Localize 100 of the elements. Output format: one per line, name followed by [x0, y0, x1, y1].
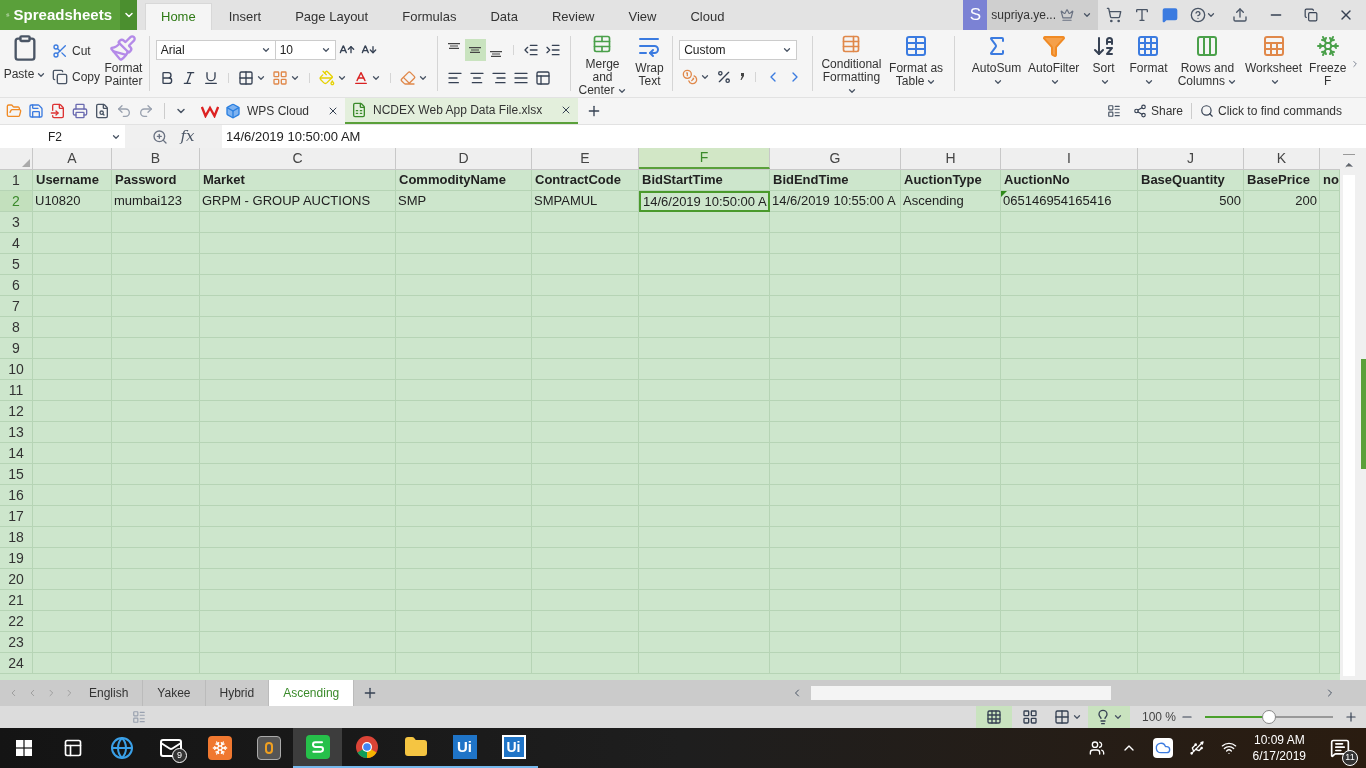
formula-field[interactable]: 14/6/2019 10:50:00 AM — [222, 125, 1366, 148]
upload-icon[interactable] — [1232, 7, 1248, 23]
style-button[interactable]: Format as Table — [885, 30, 947, 97]
row-header[interactable]: 23 — [0, 632, 33, 653]
column-header[interactable]: A — [33, 148, 112, 169]
sheet-tab[interactable]: Ascending — [269, 680, 355, 706]
column-header[interactable]: H — [901, 148, 1001, 169]
currency-icon — [682, 68, 699, 85]
column-header[interactable]: D — [396, 148, 532, 169]
tool-button[interactable]: Format — [1125, 30, 1172, 97]
row-header[interactable]: 16 — [0, 485, 33, 506]
cell-style-icon — [271, 69, 288, 86]
taskbar-app[interactable]: Ui — [489, 728, 538, 768]
command-search-field[interactable]: Click to find commands — [1200, 102, 1358, 120]
column-header[interactable]: C — [200, 148, 396, 169]
tool-button[interactable]: Sort — [1083, 30, 1124, 97]
format-painter-button[interactable]: Format Painter — [104, 30, 143, 97]
ribbon-tab[interactable]: View — [611, 3, 674, 30]
merge-and-center-button[interactable]: Merge and Center — [576, 30, 629, 97]
row-header[interactable]: 5 — [0, 254, 33, 275]
row-header[interactable]: 21 — [0, 590, 33, 611]
tool-button[interactable]: AutoFilter — [1025, 30, 1082, 97]
row-header[interactable]: 9 — [0, 338, 33, 359]
reading-mode-button[interactable] — [1087, 706, 1130, 728]
account-menu[interactable]: supriya.ye... — [987, 0, 1098, 30]
tool-button[interactable]: Freeze F — [1305, 30, 1350, 97]
tool-button[interactable]: Rows and Columns — [1173, 30, 1242, 97]
ribbon-tab[interactable]: Cloud — [673, 3, 742, 30]
document-tab[interactable]: NCDEX Web App Data File.xlsx — [345, 98, 579, 124]
ribbon-tab[interactable]: Insert — [211, 3, 279, 30]
row-header[interactable]: 17 — [0, 506, 33, 527]
row-header[interactable]: 7 — [0, 296, 33, 317]
row-header[interactable]: 14 — [0, 443, 33, 464]
column-header[interactable]: J — [1138, 148, 1244, 169]
paste-button[interactable]: Paste — [6, 30, 44, 97]
row-header[interactable]: 6 — [0, 275, 33, 296]
copy-button[interactable]: Copy — [52, 67, 100, 86]
usb-icon[interactable] — [1188, 740, 1205, 756]
row-header[interactable]: 10 — [0, 359, 33, 380]
ribbon-tab[interactable]: Formulas — [385, 3, 474, 30]
help-icon[interactable] — [1190, 7, 1206, 23]
chat-icon[interactable] — [1162, 7, 1178, 23]
share-button[interactable]: Share — [1132, 102, 1183, 120]
ribbon-tab[interactable]: Data — [473, 3, 535, 30]
tool-button[interactable]: AutoSum — [969, 30, 1024, 97]
font-icon[interactable] — [1134, 7, 1150, 23]
row-header[interactable]: 8 — [0, 317, 33, 338]
row-header[interactable]: 24 — [0, 653, 33, 674]
taskbar-app[interactable]: Ui — [440, 728, 489, 768]
tool-button[interactable]: Worksheet — [1243, 30, 1304, 97]
restore-icon[interactable] — [1304, 8, 1318, 22]
export-icon[interactable] — [50, 103, 66, 119]
row-header[interactable]: 15 — [0, 464, 33, 485]
people-icon[interactable] — [1088, 740, 1105, 756]
number-format-select[interactable]: Custom — [679, 39, 798, 60]
header-cell: CommodityName — [396, 170, 532, 191]
header-cell: BidEndTime — [770, 170, 901, 191]
print-preview-icon[interactable] — [94, 103, 110, 119]
wrap-text-button[interactable]: Wrap Text — [632, 30, 667, 97]
row-header[interactable]: 4 — [0, 233, 33, 254]
name-box[interactable]: F2 — [0, 125, 125, 148]
document-tab[interactable]: WPS Cloud — [219, 98, 346, 124]
ribbon-tab[interactable]: Review — [534, 3, 612, 30]
row-header[interactable]: 11 — [0, 380, 33, 401]
cart-icon[interactable] — [1106, 7, 1122, 23]
style-button[interactable]: Conditional Formatting — [821, 30, 882, 97]
taskbar-app[interactable]: 9 — [146, 728, 195, 768]
column-header[interactable]: I — [1001, 148, 1138, 169]
row-header[interactable]: 18 — [0, 527, 33, 548]
cloud-icon[interactable] — [1152, 738, 1173, 758]
collapse-ribbon-icon[interactable] — [1106, 104, 1121, 118]
zoom-icon[interactable] — [152, 128, 169, 145]
row-header[interactable]: 13 — [0, 422, 33, 443]
function-button[interactable]: fx — [180, 125, 195, 148]
clock[interactable]: 10:09 AM 6/17/2019 — [1252, 732, 1306, 764]
side-panel-handle[interactable] — [1361, 359, 1366, 469]
row-header[interactable]: 22 — [0, 611, 33, 632]
row-header[interactable]: 20 — [0, 569, 33, 590]
column-header[interactable]: K — [1244, 148, 1320, 169]
taskbar-app[interactable] — [293, 728, 342, 768]
zoom-thumb[interactable] — [1262, 710, 1276, 724]
zoom-in-icon[interactable] — [1344, 710, 1358, 724]
avatar[interactable]: S — [963, 0, 988, 30]
font-size-select[interactable]: 10 — [275, 39, 336, 60]
save-icon[interactable] — [28, 103, 44, 119]
column-header[interactable]: G — [770, 148, 901, 169]
row-header[interactable]: 12 — [0, 401, 33, 422]
vertical-align-button[interactable] — [464, 38, 486, 61]
ribbon-tab[interactable]: Home — [145, 3, 212, 30]
print-icon[interactable] — [72, 103, 88, 119]
font-name-select[interactable]: Arial — [155, 39, 276, 60]
ribbon-tab[interactable]: Page Layout — [278, 3, 386, 30]
view-mode-button[interactable] — [975, 706, 1012, 728]
cut-button[interactable]: Cut — [52, 41, 100, 60]
column-header[interactable]: B — [112, 148, 200, 169]
app-menu-dropdown[interactable] — [120, 0, 137, 30]
row-header[interactable]: 19 — [0, 548, 33, 569]
wifi-icon[interactable] — [1220, 740, 1237, 756]
row-header[interactable]: 3 — [0, 212, 33, 233]
vertical-scrollbar[interactable] — [1340, 148, 1358, 680]
